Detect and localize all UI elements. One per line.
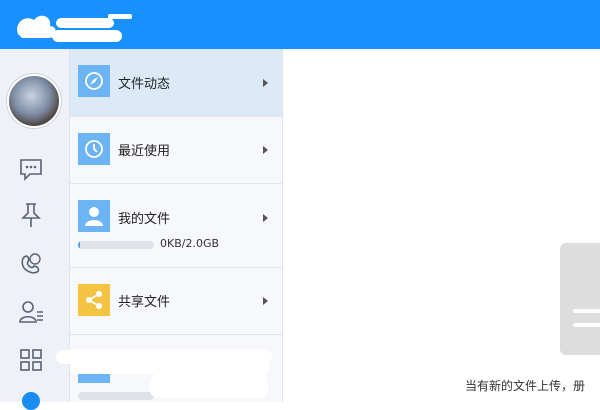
redaction-scribble [70, 362, 270, 374]
chat-icon[interactable] [17, 155, 45, 183]
empty-state-hint: 当有新的文件上传，册 [465, 379, 586, 393]
rail-more-icon[interactable] [22, 392, 40, 410]
group-storage-bar [78, 392, 154, 400]
chevron-right-icon [263, 297, 268, 305]
share-icon [78, 284, 110, 316]
apps-grid-icon[interactable] [17, 346, 45, 374]
storage-progress-bar [78, 241, 154, 249]
menu-item-shared-files[interactable]: 共享文件 [70, 268, 282, 335]
storage-usage-text: 0KB/2.0GB [160, 237, 220, 250]
cloud-logo-icon[interactable] [12, 6, 134, 46]
pin-icon[interactable] [17, 201, 45, 229]
chevron-right-icon [263, 146, 268, 154]
menu-item-file-activity[interactable]: 文件动态 [70, 49, 282, 117]
menu-item-my-files[interactable]: 我的文件 0KB/2.0GB [70, 184, 282, 268]
empty-state-illustration [560, 243, 600, 355]
clock-icon [78, 133, 110, 165]
compass-icon [78, 65, 110, 97]
menu-item-label: 共享文件 [118, 295, 171, 310]
menu-item-label: 最近使用 [118, 144, 171, 159]
top-bar [0, 0, 600, 49]
chevron-right-icon [263, 214, 268, 222]
chevron-right-icon [263, 79, 268, 87]
avatar[interactable] [7, 74, 61, 128]
menu-item-label: 我的文件 [118, 212, 171, 227]
main-content [283, 49, 600, 402]
menu-item-label: 文件动态 [118, 77, 171, 92]
redaction-scribble [150, 374, 268, 398]
contacts-icon[interactable] [17, 250, 45, 278]
add-contact-icon[interactable] [17, 298, 45, 326]
person-icon [78, 200, 110, 232]
menu-item-recent[interactable]: 最近使用 [70, 117, 282, 184]
storage-progress-fill [78, 241, 81, 249]
